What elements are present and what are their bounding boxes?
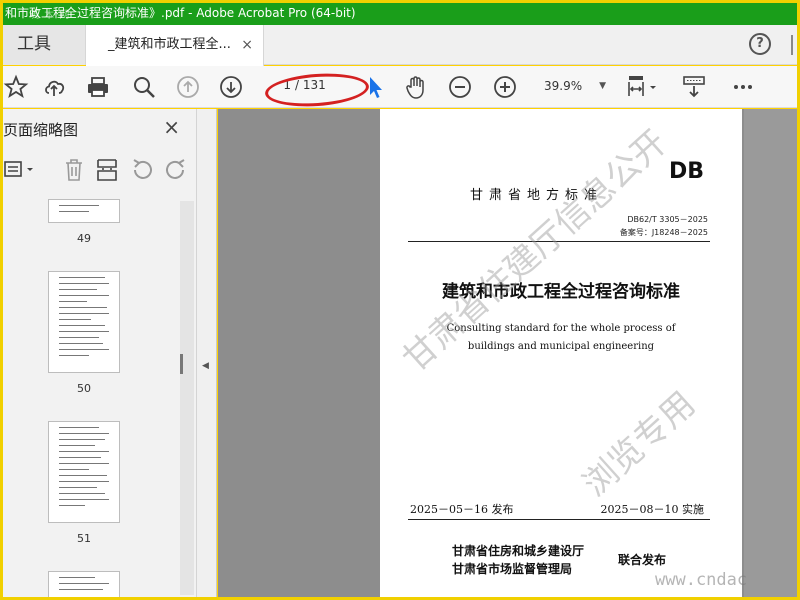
print-icon[interactable]	[85, 74, 111, 100]
rotate-right-icon[interactable]	[163, 157, 189, 187]
zoom-level-dropdown[interactable]: 39.9% ▼	[538, 75, 610, 97]
site-watermark: www.cndac	[655, 570, 748, 590]
cloud-upload-icon[interactable]	[42, 74, 68, 100]
panel-splitter[interactable]: ◀	[180, 109, 217, 597]
bottom-rule	[408, 519, 710, 520]
record-number: 备案号：J18248－2025	[619, 228, 708, 237]
standard-code: DB62/T 3305－2025	[627, 215, 708, 224]
page-fit-icon[interactable]	[626, 74, 656, 100]
thumbnails-panel-title: 页面缩略图	[3, 121, 79, 139]
page-thumbnail-49[interactable]	[48, 199, 120, 223]
document-viewport[interactable]: DB 甘肃省地方标准 DB62/T 3305－2025 备案号：J18248－2…	[218, 109, 797, 597]
tab-document-label: _建筑和市政工程全...	[108, 37, 231, 52]
select-cursor-icon[interactable]	[362, 74, 388, 100]
thumbnail-scrollbar[interactable]	[180, 201, 194, 595]
db-mark: DB	[668, 159, 704, 184]
rotate-left-icon[interactable]	[129, 157, 155, 187]
chevron-down-icon: ▼	[599, 81, 606, 91]
page-thumbnail-52[interactable]	[48, 571, 120, 597]
resize-grip[interactable]	[180, 354, 183, 374]
thumbnail-list: 49 50 51	[3, 199, 179, 597]
tab-document[interactable]: _建筑和市政工程全... ×	[86, 25, 264, 66]
trash-icon[interactable]	[61, 157, 87, 187]
zoom-level-value: 39.9%	[544, 79, 583, 93]
window-edge-divider	[791, 35, 793, 55]
collapse-panel-icon[interactable]: ◀	[202, 361, 209, 371]
help-icon[interactable]: ?	[749, 33, 771, 55]
issuer-market-bureau: 甘肃省市场监督管理局	[452, 562, 573, 576]
tab-tools[interactable]: 工具	[3, 25, 86, 65]
page-thumbnail-50[interactable]	[48, 271, 120, 373]
pdf-page: DB 甘肃省地方标准 DB62/T 3305－2025 备案号：J18248－2…	[380, 109, 742, 597]
joint-release: 联合发布	[618, 553, 667, 567]
watermark-browse-only: 浏览专用	[575, 383, 704, 505]
thumbnail-options-icon[interactable]	[3, 157, 39, 187]
thumbnail-label: 50	[77, 382, 91, 395]
more-options-icon[interactable]	[730, 74, 756, 100]
insert-page-icon[interactable]	[95, 157, 121, 187]
previous-page-icon[interactable]	[175, 74, 201, 100]
document-title-cn: 建筑和市政工程全过程咨询标准	[442, 282, 680, 302]
window-title-bar: 和市政工程全过程咨询标准》.pdf - Adobe Acrobat Pro (6…	[3, 3, 797, 25]
next-page-icon[interactable]	[218, 74, 244, 100]
close-tab-icon[interactable]: ×	[241, 25, 253, 65]
zoom-out-icon[interactable]	[447, 74, 473, 100]
search-icon[interactable]	[131, 74, 157, 100]
effective-date: 2025－08－10 实施	[600, 503, 705, 516]
zoom-in-icon[interactable]	[492, 74, 518, 100]
page-thumbnail-51[interactable]	[48, 421, 120, 523]
scroll-mode-icon[interactable]	[681, 74, 707, 100]
main-toolbar: 1 / 131 39.9% ▼	[3, 66, 797, 110]
issuer-housing-dept: 甘肃省住房和城乡建设厅	[452, 544, 585, 558]
release-date: 2025－05－16 发布	[410, 503, 514, 516]
star-icon[interactable]	[3, 74, 29, 100]
thumbnail-label: 51	[77, 532, 91, 545]
title-watermark: 筑 木 网	[29, 10, 71, 21]
viewport-gutter	[744, 109, 797, 597]
tab-bar: 工具 _建筑和市政工程全... × ?	[3, 25, 797, 66]
thumbnail-toolbar	[3, 155, 193, 185]
thumbnails-panel: 页面缩略图 × 49 50 51	[3, 109, 197, 597]
hand-tool-icon[interactable]	[403, 74, 429, 100]
close-panel-icon[interactable]: ×	[163, 115, 180, 139]
thumbnail-label: 49	[77, 232, 91, 245]
